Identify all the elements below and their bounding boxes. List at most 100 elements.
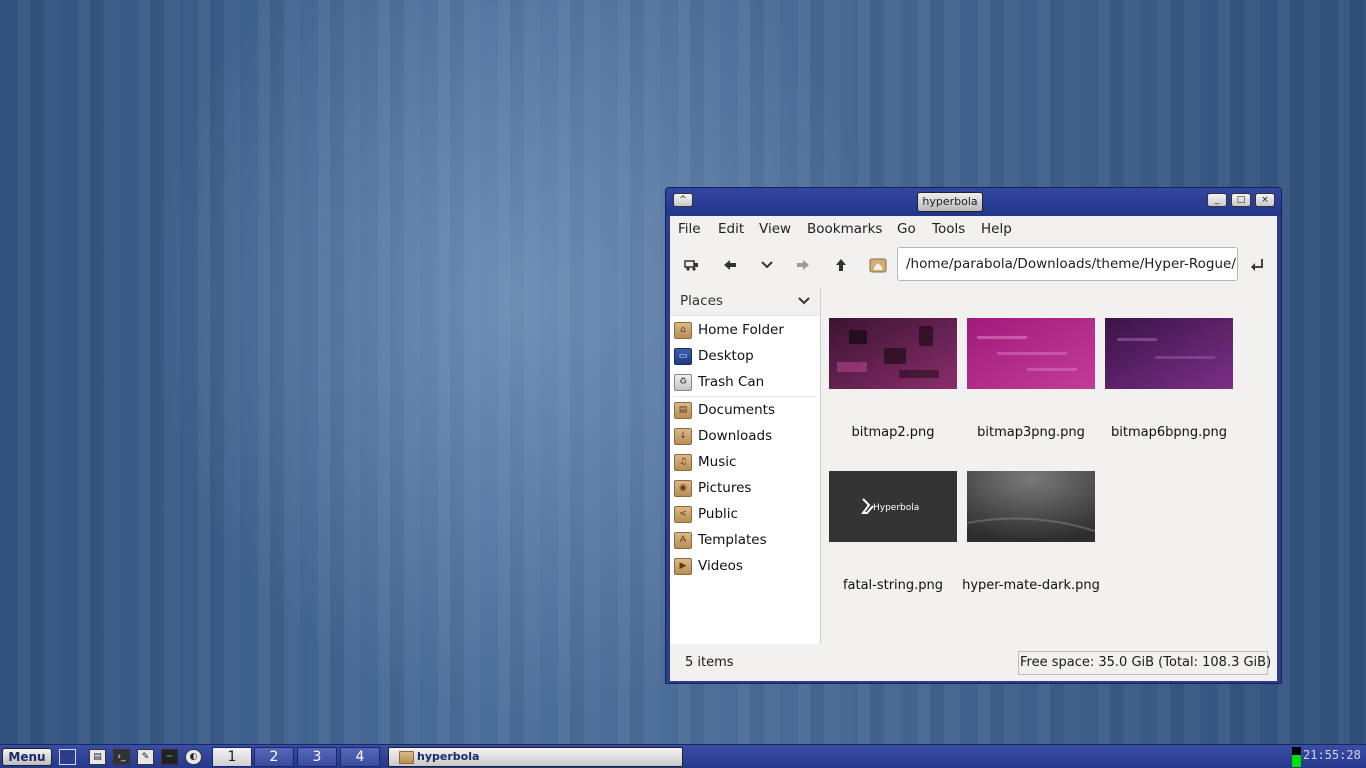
close-button[interactable]: × — [1255, 193, 1275, 207]
go-enter-icon — [1251, 259, 1263, 271]
pictures-folder-icon: ◉ — [674, 480, 692, 497]
image-thumbnail — [1105, 318, 1233, 389]
sidebar-divider — [674, 396, 816, 397]
window-client: File Edit View Bookmarks Go Tools Help /… — [670, 216, 1277, 681]
forward-button[interactable] — [790, 252, 816, 278]
taskbar-window-button[interactable]: hyperbola — [388, 747, 683, 767]
sidebar-item-label: Pictures — [698, 480, 752, 496]
sidebar-item-label: Downloads — [698, 428, 773, 444]
sidebar-item-label: Music — [698, 454, 737, 470]
cpu-meter — [1292, 747, 1301, 767]
file-name: fatal-string.png — [842, 578, 944, 593]
workspace-label: 2 — [269, 749, 279, 765]
roll-up-button[interactable]: ^ — [673, 193, 693, 207]
menu-file[interactable]: File — [678, 221, 701, 237]
taskbar: Menu ▤ ›_ ✎ ~ ◐ 1 2 3 4 hyperbola 21:55:… — [0, 744, 1366, 768]
documents-folder-icon: ▤ — [674, 402, 692, 419]
folder-icon — [399, 751, 414, 764]
file-manager-window: ^ hyperbola _ □ × File Edit View Bookmar… — [665, 187, 1282, 684]
home-folder-icon: ⌂ — [674, 322, 692, 339]
toolbar: /home/parabola/Downloads/theme/Hyper-Rog… — [670, 242, 1277, 288]
close-icon: × — [1261, 195, 1269, 205]
workspace-4[interactable]: 4 — [340, 747, 380, 767]
file-manager-launcher[interactable]: ▤ — [89, 749, 106, 765]
file-name: hyper-mate-dark.png — [962, 578, 1100, 593]
sidebar-item-documents[interactable]: ▤ Documents — [670, 398, 820, 424]
file-name: bitmap6bpng.png — [1111, 425, 1227, 440]
sidebar-item-label: Videos — [698, 558, 743, 574]
text-editor-icon: ✎ — [141, 752, 150, 762]
sidebar-item-label: Documents — [698, 402, 775, 418]
window-title: hyperbola — [917, 192, 983, 212]
public-folder-icon: < — [674, 506, 692, 523]
menu-bar: File Edit View Bookmarks Go Tools Help — [670, 216, 1277, 242]
back-arrow-icon — [724, 260, 736, 270]
minimize-button[interactable]: _ — [1207, 193, 1227, 207]
chevron-up-icon: ^ — [679, 195, 687, 205]
sidebar-item-public[interactable]: < Public — [670, 502, 820, 528]
workspace-label: 4 — [355, 749, 365, 765]
chevron-down-icon — [798, 288, 810, 314]
sidebar-item-downloads[interactable]: ↓ Downloads — [670, 424, 820, 450]
clock[interactable]: 21:55:28 — [1303, 748, 1361, 762]
history-dropdown-button[interactable] — [754, 252, 780, 278]
sidebar-item-label: Desktop — [698, 348, 754, 364]
item-count: 5 items — [685, 655, 734, 670]
trash-icon: ♻ — [674, 374, 692, 391]
workspace-2[interactable]: 2 — [254, 747, 294, 767]
places-title: Places — [680, 293, 723, 309]
menu-help[interactable]: Help — [981, 221, 1012, 237]
minimize-icon: _ — [1214, 195, 1220, 205]
videos-folder-icon: ▶ — [674, 558, 692, 575]
menu-go[interactable]: Go — [897, 221, 916, 237]
workspace-label: 1 — [227, 749, 237, 765]
sidebar-item-desktop[interactable]: ▭ Desktop — [670, 344, 820, 370]
maximize-icon: □ — [1236, 195, 1246, 205]
image-thumbnail — [829, 318, 957, 389]
cpu-meter-fill — [1292, 755, 1301, 767]
location-input[interactable]: /home/parabola/Downloads/theme/Hyper-Rog… — [897, 247, 1238, 281]
file-manager-icon: ▤ — [93, 752, 102, 762]
taskbar-window-label: hyperbola — [417, 750, 480, 763]
workspace-1[interactable]: 1 — [212, 747, 252, 767]
sidebar-item-pictures[interactable]: ◉ Pictures — [670, 476, 820, 502]
menu-edit[interactable]: Edit — [718, 221, 744, 237]
status-bar: 5 items Free space: 35.0 GiB (Total: 108… — [670, 644, 1277, 681]
menu-bookmarks[interactable]: Bookmarks — [807, 221, 882, 237]
desktop-icon: ▭ — [674, 348, 692, 365]
start-menu-button[interactable]: Menu — [2, 748, 52, 766]
sidebar-item-music[interactable]: ♫ Music — [670, 450, 820, 476]
toggle-pathbar-button[interactable] — [679, 252, 705, 278]
terminal-launcher[interactable]: ›_ — [113, 749, 130, 765]
home-button[interactable] — [865, 252, 891, 278]
up-arrow-icon — [836, 259, 846, 271]
sidebar-item-label: Public — [698, 506, 738, 522]
up-button[interactable] — [828, 252, 854, 278]
file-name: bitmap3png.png — [977, 425, 1085, 440]
browser-icon: ◐ — [189, 752, 198, 762]
text-editor-launcher[interactable]: ✎ — [137, 749, 154, 765]
go-button[interactable] — [1244, 252, 1270, 278]
system-monitor-launcher[interactable]: ~ — [161, 749, 178, 765]
workspace-label: 3 — [312, 749, 322, 765]
workspace-3[interactable]: 3 — [297, 747, 337, 767]
title-bar[interactable]: ^ hyperbola _ □ × — [666, 188, 1281, 216]
sidebar-item-videos[interactable]: ▶ Videos — [670, 554, 820, 580]
browser-launcher[interactable]: ◐ — [185, 749, 202, 765]
back-button[interactable] — [717, 252, 743, 278]
image-thumbnail — [967, 318, 1095, 389]
home-icon — [869, 258, 887, 273]
terminal-icon: ›_ — [117, 752, 126, 762]
menu-view[interactable]: View — [759, 221, 791, 237]
menu-tools[interactable]: Tools — [932, 221, 965, 237]
sidebar-item-label: Trash Can — [698, 374, 765, 390]
sidebar-item-label: Templates — [698, 532, 767, 548]
maximize-button[interactable]: □ — [1231, 193, 1251, 207]
sidebar-item-templates[interactable]: A Templates — [670, 528, 820, 554]
sidebar-item-trash-can[interactable]: ♻ Trash Can — [670, 370, 820, 396]
system-monitor-icon: ~ — [165, 752, 174, 762]
sidebar-item-label: Home Folder — [698, 322, 784, 338]
show-desktop-button[interactable] — [59, 749, 76, 765]
places-header[interactable]: Places — [670, 288, 820, 316]
sidebar-item-home-folder[interactable]: ⌂ Home Folder — [670, 318, 820, 344]
